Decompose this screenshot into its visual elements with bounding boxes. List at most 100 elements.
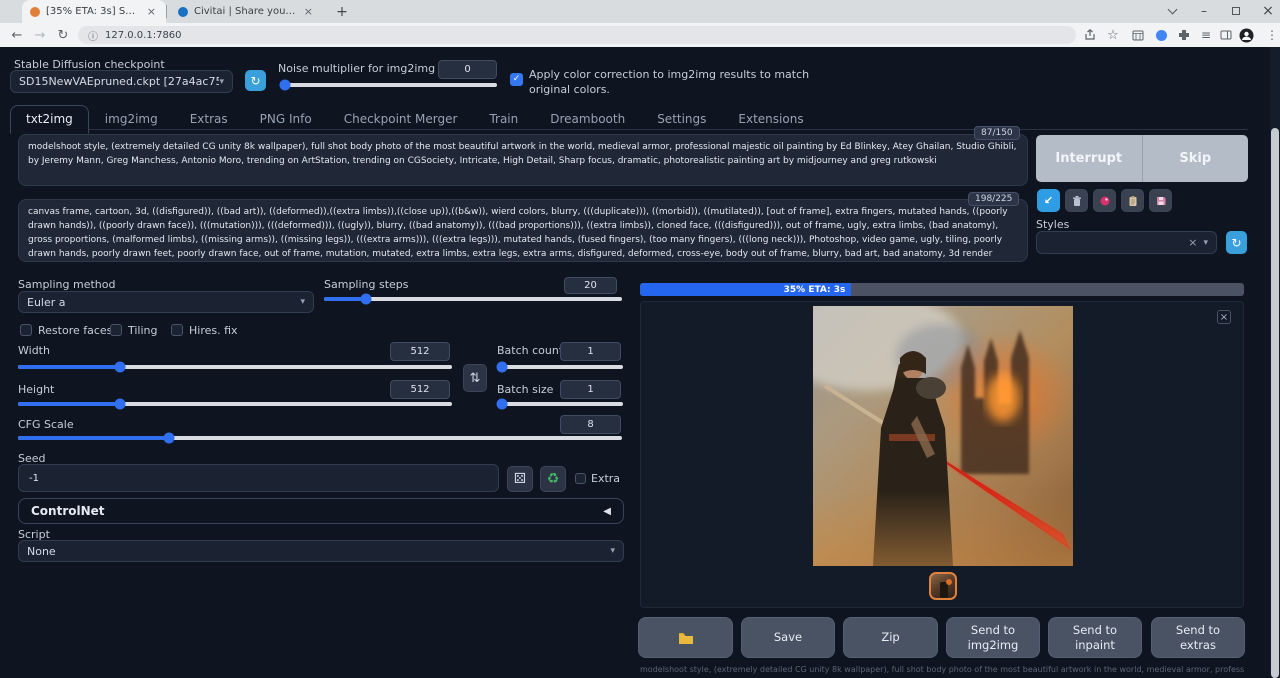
batch-size-value[interactable]: 1 [560,380,621,399]
extension-grid-icon[interactable] [1128,25,1148,45]
chevron-down-icon: ▾ [1203,238,1208,248]
window-close-button[interactable]: × [1254,0,1280,22]
reload-button[interactable]: ↻ [52,24,74,46]
profile-avatar[interactable] [1236,25,1256,45]
swap-width-height-button[interactable]: ⇅ [463,364,487,392]
sampling-steps-slider[interactable] [324,297,622,301]
scrollbar-track[interactable] [1270,47,1280,678]
thumbnail-glow [946,579,952,585]
cfg-scale-slider[interactable] [18,436,622,440]
prompt-token-counter: 87/150 [974,126,1020,140]
prompt-textarea[interactable]: modelshoot style, (extremely detailed CG… [18,134,1028,186]
apply-style-button[interactable] [1121,189,1144,212]
stable-diffusion-favicon [30,7,40,17]
batch-count-value[interactable]: 1 [560,342,621,361]
restore-faces-label: Restore faces [38,324,112,337]
styles-dropdown[interactable]: × ▾ [1036,231,1217,254]
width-slider[interactable] [18,365,452,369]
send-to-inpaint-button[interactable]: Send to inpaint [1048,617,1142,658]
save-button[interactable]: Save [741,617,835,658]
width-value[interactable]: 512 [390,342,450,361]
script-dropdown[interactable]: None ▾ [18,540,624,562]
tab-close-icon[interactable]: × [302,5,315,18]
tab-train[interactable]: Train [473,105,534,134]
checkpoint-dropdown[interactable]: SD15NewVAEpruned.ckpt [27a4ac756c] ▾ [10,70,233,93]
tab-extensions[interactable]: Extensions [722,105,819,134]
reading-list-icon[interactable]: ≡ [1196,25,1216,45]
random-seed-dice-button[interactable]: ⚄ [507,466,533,492]
tab-dreambooth[interactable]: Dreambooth [534,105,641,134]
reuse-seed-recycle-button[interactable]: ♻ [540,466,566,492]
sampling-method-value: Euler a [27,296,66,309]
batch-count-slider[interactable] [497,365,623,369]
send-to-img2img-button[interactable]: Send to img2img [946,617,1040,658]
new-tab-button[interactable]: + [330,0,354,23]
window-minimize-button[interactable]: – [1190,0,1218,22]
style-palette-button[interactable] [1093,189,1116,212]
tab-extras[interactable]: Extras [174,105,244,134]
save-style-button[interactable] [1149,189,1172,212]
tab-divider [166,5,167,18]
tab-settings[interactable]: Settings [641,105,722,134]
color-correction-checkbox[interactable]: ✓ [510,73,523,86]
width-label: Width [18,344,50,357]
address-bar[interactable]: ⓘ 127.0.0.1:7860 [78,26,1076,44]
share-icon[interactable] [1080,25,1100,45]
batch-size-slider[interactable] [497,402,623,406]
site-info-icon[interactable]: ⓘ [88,28,98,43]
cfg-scale-value[interactable]: 8 [560,415,621,434]
progress-bar-fill: 35% ETA: 3s [640,283,851,296]
paste-generation-params-button[interactable]: ↙ [1037,189,1060,212]
chevron-down-icon: ▾ [610,546,615,556]
seed-input[interactable] [18,464,499,492]
browser-tab-strip: [35% ETA: 3s] Stable Diffusion × Civitai… [0,0,1280,23]
height-slider[interactable] [18,402,452,406]
bookmark-star-icon[interactable]: ☆ [1103,25,1123,45]
seed-extra-checkbox[interactable] [575,473,586,484]
styles-refresh-button[interactable]: ↻ [1226,231,1247,254]
sampling-steps-value[interactable]: 20 [564,277,617,294]
forward-button[interactable]: → [29,24,51,46]
tiling-checkbox[interactable] [110,324,122,336]
extensions-puzzle-icon[interactable] [1174,25,1194,45]
tab-checkpoint-merger[interactable]: Checkpoint Merger [328,105,474,134]
url-text: 127.0.0.1:7860 [105,30,182,41]
zip-button[interactable]: Zip [843,617,938,658]
negative-prompt-textarea[interactable]: canvas frame, cartoon, 3d, ((disfigured)… [18,199,1028,262]
noise-multiplier-value[interactable]: 0 [438,60,497,79]
gallery-thumbnail[interactable] [929,572,957,600]
generated-image-preview[interactable] [813,306,1073,566]
close-preview-icon[interactable]: × [1217,310,1231,324]
browser-tab-civitai[interactable]: Civitai | Share your models × [170,0,323,23]
send-to-extras-button[interactable]: Send to extras [1151,617,1245,658]
height-label: Height [18,383,54,396]
browser-tab-title: Civitai | Share your models [194,6,296,17]
palette-icon [1099,195,1111,207]
tab-txt2img[interactable]: txt2img [10,105,89,134]
back-button[interactable]: ← [6,24,28,46]
noise-multiplier-slider[interactable] [281,83,497,87]
extension-blue-circle-icon[interactable] [1151,25,1171,45]
skip-button[interactable]: Skip [1143,135,1249,182]
menu-kebab-icon[interactable]: ⋮ [1262,25,1280,45]
clear-styles-icon[interactable]: × [1188,236,1197,249]
height-value[interactable]: 512 [390,380,450,399]
interrupt-button[interactable]: Interrupt [1036,135,1142,182]
sidebar-icon[interactable] [1216,25,1236,45]
sampling-method-dropdown[interactable]: Euler a ▾ [18,291,314,313]
clear-prompt-trash-button[interactable] [1065,189,1088,212]
tab-img2img[interactable]: img2img [89,105,174,134]
checkpoint-refresh-button[interactable]: ↻ [245,70,266,91]
window-chevron-icon[interactable] [1158,0,1186,22]
tab-png-info[interactable]: PNG Info [244,105,328,134]
browser-tab-active[interactable]: [35% ETA: 3s] Stable Diffusion × [22,0,166,23]
window-maximize-button[interactable] [1222,0,1250,22]
restore-faces-checkbox[interactable] [20,324,32,336]
tiling-label: Tiling [128,324,158,337]
hires-fix-checkbox[interactable] [171,324,183,336]
accordion-collapsed-icon: ◀ [603,506,611,517]
controlnet-accordion[interactable]: ControlNet ◀ [18,498,624,524]
open-folder-button[interactable] [638,617,733,658]
scrollbar-thumb[interactable] [1271,128,1279,678]
tab-close-icon[interactable]: × [145,5,158,18]
